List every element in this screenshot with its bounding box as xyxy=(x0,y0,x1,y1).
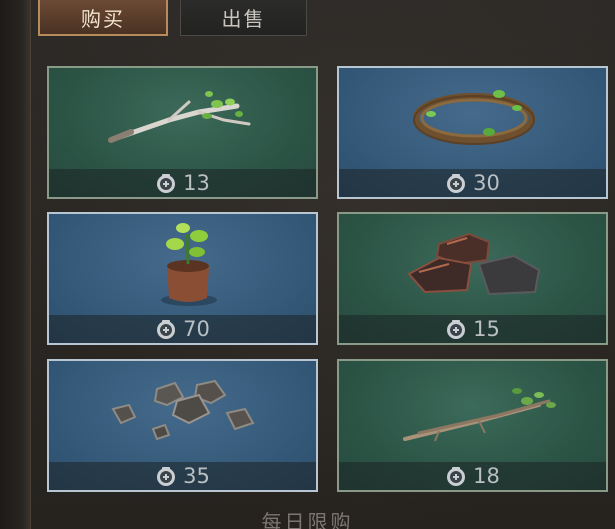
shop-item-vine-wreath[interactable]: 30 xyxy=(337,66,608,199)
branch-icon xyxy=(108,91,251,143)
vine-wreath-icon xyxy=(413,90,535,145)
copper-ore-icon xyxy=(407,232,541,296)
item-price: 30 xyxy=(473,171,500,195)
shop-item-copper-ore[interactable]: 15 xyxy=(337,212,608,345)
currency-icon xyxy=(157,174,176,193)
currency-icon xyxy=(447,467,466,486)
sapling-icon xyxy=(161,223,217,306)
currency-icon xyxy=(157,467,176,486)
price-bar: 15 xyxy=(339,315,606,343)
price-bar: 13 xyxy=(49,169,316,197)
item-price: 18 xyxy=(473,464,500,488)
shop-item-iron-ore[interactable]: 35 xyxy=(47,359,318,492)
daily-limit-title: 每日限购 xyxy=(261,510,354,529)
currency-icon xyxy=(447,320,466,339)
price-bar: 30 xyxy=(339,169,606,197)
item-price: 70 xyxy=(183,317,210,341)
tab-buy[interactable]: 购买 xyxy=(38,0,168,36)
price-bar: 35 xyxy=(49,462,316,490)
shop-item-sapling[interactable]: 70 xyxy=(47,212,318,345)
currency-icon xyxy=(157,320,176,339)
price-bar: 18 xyxy=(339,462,606,490)
tab-sell-label: 出售 xyxy=(221,7,266,31)
item-price: 15 xyxy=(473,317,500,341)
shop-item-twigs[interactable]: 18 xyxy=(337,359,608,492)
shop-item-branch[interactable]: 13 xyxy=(47,66,318,199)
shop-screen: 购买 出售 13 30 70 15 35 18 每日限购 xyxy=(0,0,615,529)
twigs-icon xyxy=(403,388,556,442)
price-bar: 70 xyxy=(49,315,316,343)
item-price: 35 xyxy=(183,464,210,488)
iron-ore-icon xyxy=(111,379,255,441)
tab-sell[interactable]: 出售 xyxy=(180,0,307,36)
currency-icon xyxy=(447,174,466,193)
left-rail xyxy=(0,0,31,529)
item-price: 13 xyxy=(183,171,210,195)
tab-buy-label: 购买 xyxy=(81,6,125,31)
